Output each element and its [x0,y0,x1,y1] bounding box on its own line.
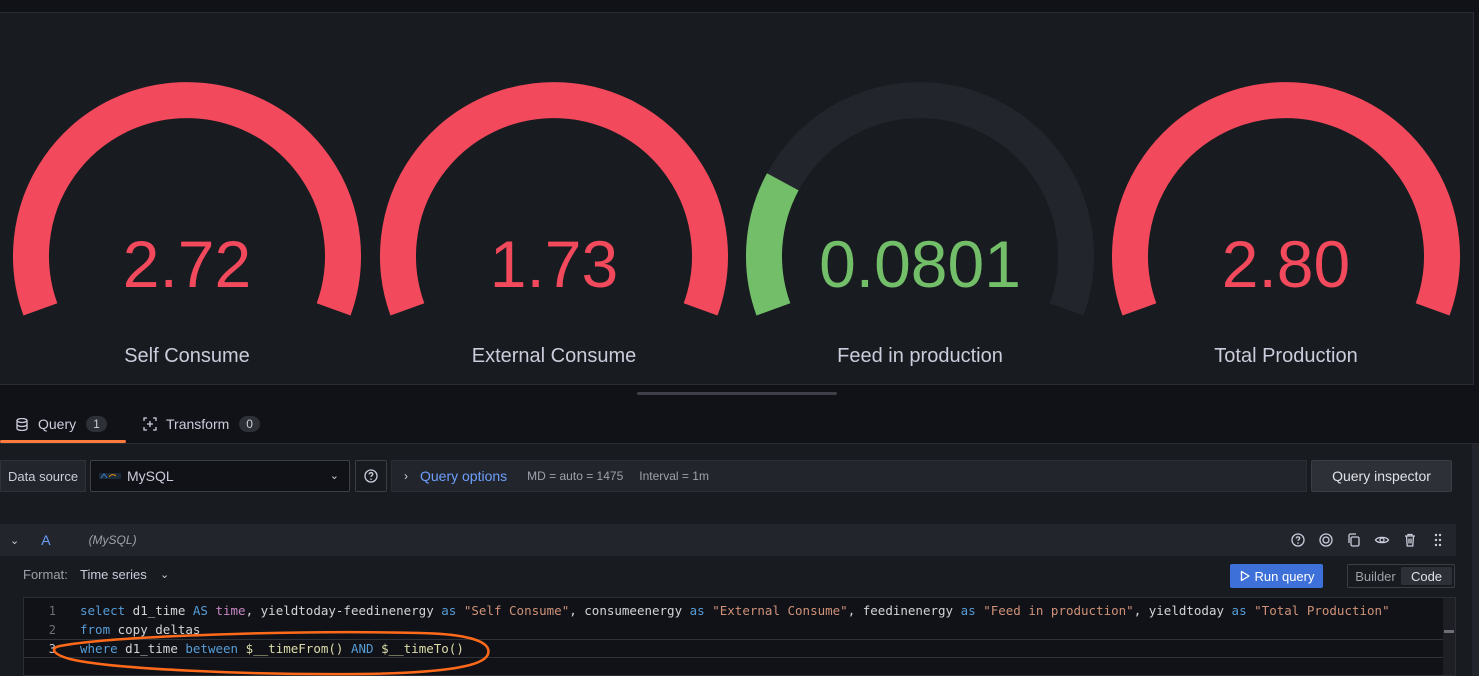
sql-token: , consumeenergy [569,603,690,618]
code-text: where d1_time between $__timeFrom() AND … [80,641,464,656]
help-icon[interactable] [1290,532,1306,548]
datasource-picker[interactable]: MySQL ⌄ [90,460,350,492]
database-icon [16,417,28,431]
sql-code-editor[interactable]: 1 select d1_time AS time, yieldtoday-fee… [23,597,1456,676]
tab-query-label: Query [38,416,77,432]
trash-icon[interactable] [1402,532,1418,548]
sql-token: as [441,603,457,618]
chevron-down-icon: ⌄ [329,470,339,482]
query-row-header[interactable]: ⌄ A (MySQL) [0,524,1456,556]
code-line: 2 from copy_deltas [24,620,1455,639]
query-inspector-button[interactable]: Query inspector [1311,460,1452,492]
editor-scrollbar[interactable] [1472,444,1479,676]
line-number: 2 [48,622,56,637]
gauge-value: 2.80 [1221,227,1351,301]
gauge-self-consume: 2.72 Self Consume [7,71,367,391]
sql-token: where [80,641,118,656]
datasource-selected: MySQL [127,468,174,484]
sql-token: as [1231,603,1247,618]
gauge-total-production: 2.80 Total Production [1106,71,1466,391]
datasource-label: Data source [0,460,86,492]
tab-query-count: 1 [86,416,107,432]
run-query-button[interactable]: Run query [1230,564,1323,588]
drag-handle-icon[interactable] [1430,532,1446,548]
query-history-icon[interactable] [1318,532,1334,548]
sql-token: $__timeTo() [381,641,464,656]
sql-token: "Self Consume" [463,603,570,618]
sql-token: $__timeFrom() [245,641,344,656]
duplicate-icon[interactable] [1346,532,1362,548]
code-text: from copy_deltas [80,622,200,637]
chevron-right-icon: › [404,469,408,483]
sql-token: "Total Production" [1254,603,1390,618]
code-scrollbar[interactable] [1443,598,1455,675]
format-label: Format: [23,567,68,582]
sql-token: "External Consume" [712,603,848,618]
tab-transform-label: Transform [166,416,230,432]
sql-token: , feedinenergy [847,603,961,618]
eye-icon[interactable] [1374,532,1390,548]
query-options-interval: Interval = 1m [639,469,709,483]
datasource-help-button[interactable] [355,460,387,492]
run-query-label: Run query [1254,568,1315,584]
gauge-label: Feed in production [837,345,1003,367]
gauge-value: 0.0801 [819,227,1021,301]
tab-transform[interactable]: Transform 0 [143,405,260,443]
code-text: select d1_time AS time, yieldtoday-feedi… [80,603,1390,618]
play-icon [1240,570,1250,582]
query-row-actions [1290,532,1446,548]
format-select[interactable]: Time series [80,567,147,582]
query-row-datasource: (MySQL) [88,533,137,547]
editor-mode-toggle: Builder Code [1347,564,1455,588]
sql-token: d1_time [117,641,186,656]
mode-code[interactable]: Code [1401,567,1452,585]
mysql-logo-icon [99,473,121,479]
query-options-title[interactable]: Query options [420,468,507,484]
gauge-value: 2.72 [122,227,252,301]
chevron-down-icon[interactable]: ⌄ [160,568,169,581]
mode-builder[interactable]: Builder [1350,567,1401,585]
gauge-external-consume: 1.73 External Consume [374,71,734,391]
line-number: 1 [48,603,56,618]
editor-tabs: Query 1 Transform 0 [0,405,1479,443]
gauge-label: Total Production [1214,345,1358,367]
sql-token: d1_time [125,603,193,618]
sql-token: "Feed in production" [983,603,1134,618]
sql-token: , yieldtoday-feedinenergy [245,603,442,618]
sql-token: select [80,603,126,618]
collapse-chevron-icon[interactable]: ⌄ [10,534,19,547]
sql-token: between [185,641,239,656]
sql-token: copy_deltas [110,622,201,637]
gauge-label: Self Consume [124,345,250,367]
line-number: 3 [48,641,56,656]
sql-token: as [960,603,976,618]
tab-transform-count: 0 [239,416,260,432]
query-options-bar[interactable]: › Query options MD = auto = 1475 Interva… [391,460,1307,492]
gauge-label: External Consume [471,345,637,367]
query-options-md: MD = auto = 1475 [527,469,624,483]
sql-token: AS [192,603,208,618]
code-line-current: 3 where d1_time between $__timeFrom() AN… [24,639,1455,658]
tab-query[interactable]: Query 1 [16,405,107,443]
code-scrollbar-thumb[interactable] [1444,630,1454,633]
gauge-panel: 2.72 Self Consume 1.73 External Consume … [0,12,1474,385]
sql-token: as [689,603,705,618]
question-circle-icon [364,469,378,483]
gauge-value: 1.73 [489,227,619,301]
transform-icon [143,417,157,431]
pane-resize-handle[interactable] [637,392,837,395]
sql-token: AND [350,641,374,656]
query-ref-id[interactable]: A [41,532,50,548]
sql-token: time [215,603,246,618]
sql-token: from [80,622,111,637]
gauge-feed-in-production: 0.0801 Feed in production [740,71,1100,391]
code-line: 1 select d1_time AS time, yieldtoday-fee… [24,601,1455,620]
sql-token: , yieldtoday [1133,603,1232,618]
